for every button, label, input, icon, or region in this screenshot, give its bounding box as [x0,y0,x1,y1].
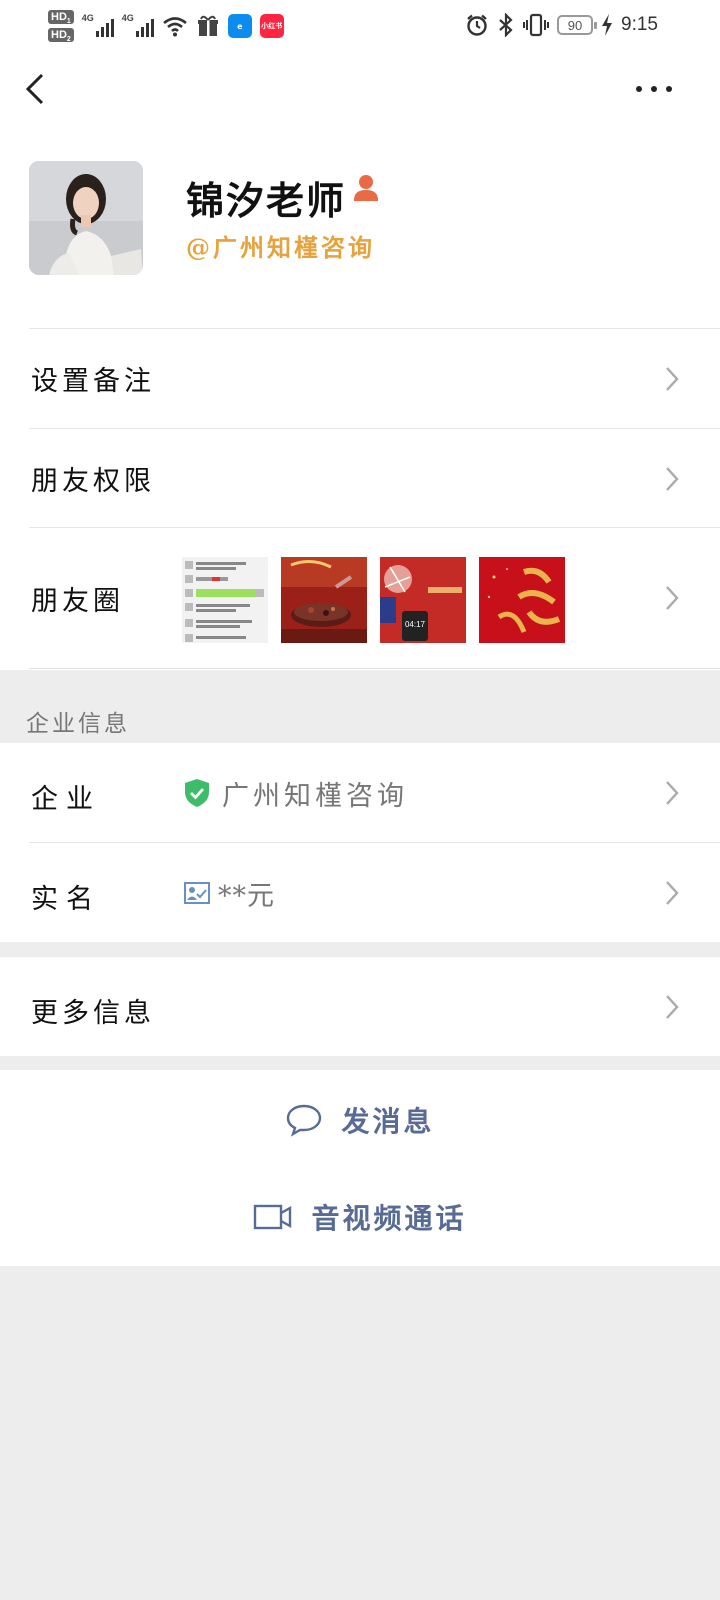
video-camera-icon [254,1204,292,1230]
profile-company[interactable]: @广州知槿咨询 [186,228,375,263]
eleme-app-icon: e [227,14,252,38]
send-message-label: 发消息 [341,1104,435,1138]
enterprise-block: 企业 广州知槿咨询 实名 **元 [0,743,720,942]
remark-label: 设置备注 [31,366,155,397]
clock: 9:15 [621,14,658,35]
verified-shield-icon [185,779,209,807]
gift-icon [197,15,218,36]
profile-name: 锦汐老师 [186,178,347,223]
status-bar: HD1 HD2 4G 4G e 小红书 90 9:15 [0,0,720,52]
id-card-icon [184,882,210,904]
chevron-right-icon [666,466,679,491]
signal-icon-2: 4G [122,13,154,37]
xiaohongshu-app-icon: 小红书 [259,14,284,38]
permissions-label: 朋友权限 [31,466,155,497]
more-info-label: 更多信息 [31,998,155,1029]
realname-label: 实名 [31,884,101,915]
moments-label: 朋友圈 [31,585,124,617]
permissions-row[interactable]: 朋友权限 [29,428,720,528]
svg-text:04:17: 04:17 [405,620,426,629]
company-value: 广州知槿咨询 [222,780,408,812]
company-value-wrap: 广州知槿咨询 [184,743,408,843]
moments-thumbnails: 04:17 [182,557,565,643]
chevron-right-icon [666,781,679,805]
charging-icon [602,14,613,36]
moment-thumb-chat[interactable] [182,557,268,643]
enterprise-section-title: 企业信息 [26,711,130,737]
back-button[interactable] [18,70,58,110]
wifi-icon [162,17,187,37]
company-row[interactable]: 企业 广州知槿咨询 [29,743,720,843]
person-badge-icon [354,175,378,201]
avatar[interactable] [29,161,143,275]
more-info-block: 更多信息 [0,957,720,1056]
realname-value-wrap: **元 [184,843,275,943]
realname-row[interactable]: 实名 **元 [29,843,720,943]
alarm-icon [467,14,487,36]
more-dot [666,86,672,92]
bluetooth-icon [499,13,513,37]
chevron-left-icon [25,73,44,105]
video-call-label: 音视频通话 [311,1202,467,1235]
more-dot [636,86,642,92]
battery-indicator: 90 [557,15,598,35]
hd-indicators: HD1 HD2 [48,10,74,43]
signal-icon-1: 4G [82,13,114,37]
remark-row[interactable]: 设置备注 [29,328,720,428]
vibrate-icon [523,13,550,37]
realname-value: **元 [218,880,275,912]
chevron-right-icon [666,366,679,391]
moment-thumb-phone[interactable]: 04:17 [380,557,466,643]
send-message-button[interactable]: 发消息 [0,1070,720,1170]
company-label: 企业 [31,784,101,815]
avatar-image [29,161,143,275]
chevron-right-icon [666,881,679,905]
status-right: 90 9:15 [465,10,658,40]
hd-badge-2: HD2 [48,28,74,43]
moment-thumb-porridge[interactable] [281,557,367,643]
chevron-right-icon [666,995,679,1019]
moments-row[interactable]: 朋友圈 04:17 [29,527,720,669]
more-button[interactable] [632,74,676,104]
video-call-button[interactable]: 音视频通话 [0,1168,720,1266]
hd-badge-1: HD1 [48,10,74,25]
more-info-row[interactable]: 更多信息 [29,957,720,1056]
more-dot [651,86,657,92]
chat-bubble-icon [287,1104,322,1137]
moment-thumb-newyear[interactable] [479,557,565,643]
status-left: HD1 HD2 4G 4G e 小红书 [48,6,284,46]
chevron-right-icon [666,586,679,610]
